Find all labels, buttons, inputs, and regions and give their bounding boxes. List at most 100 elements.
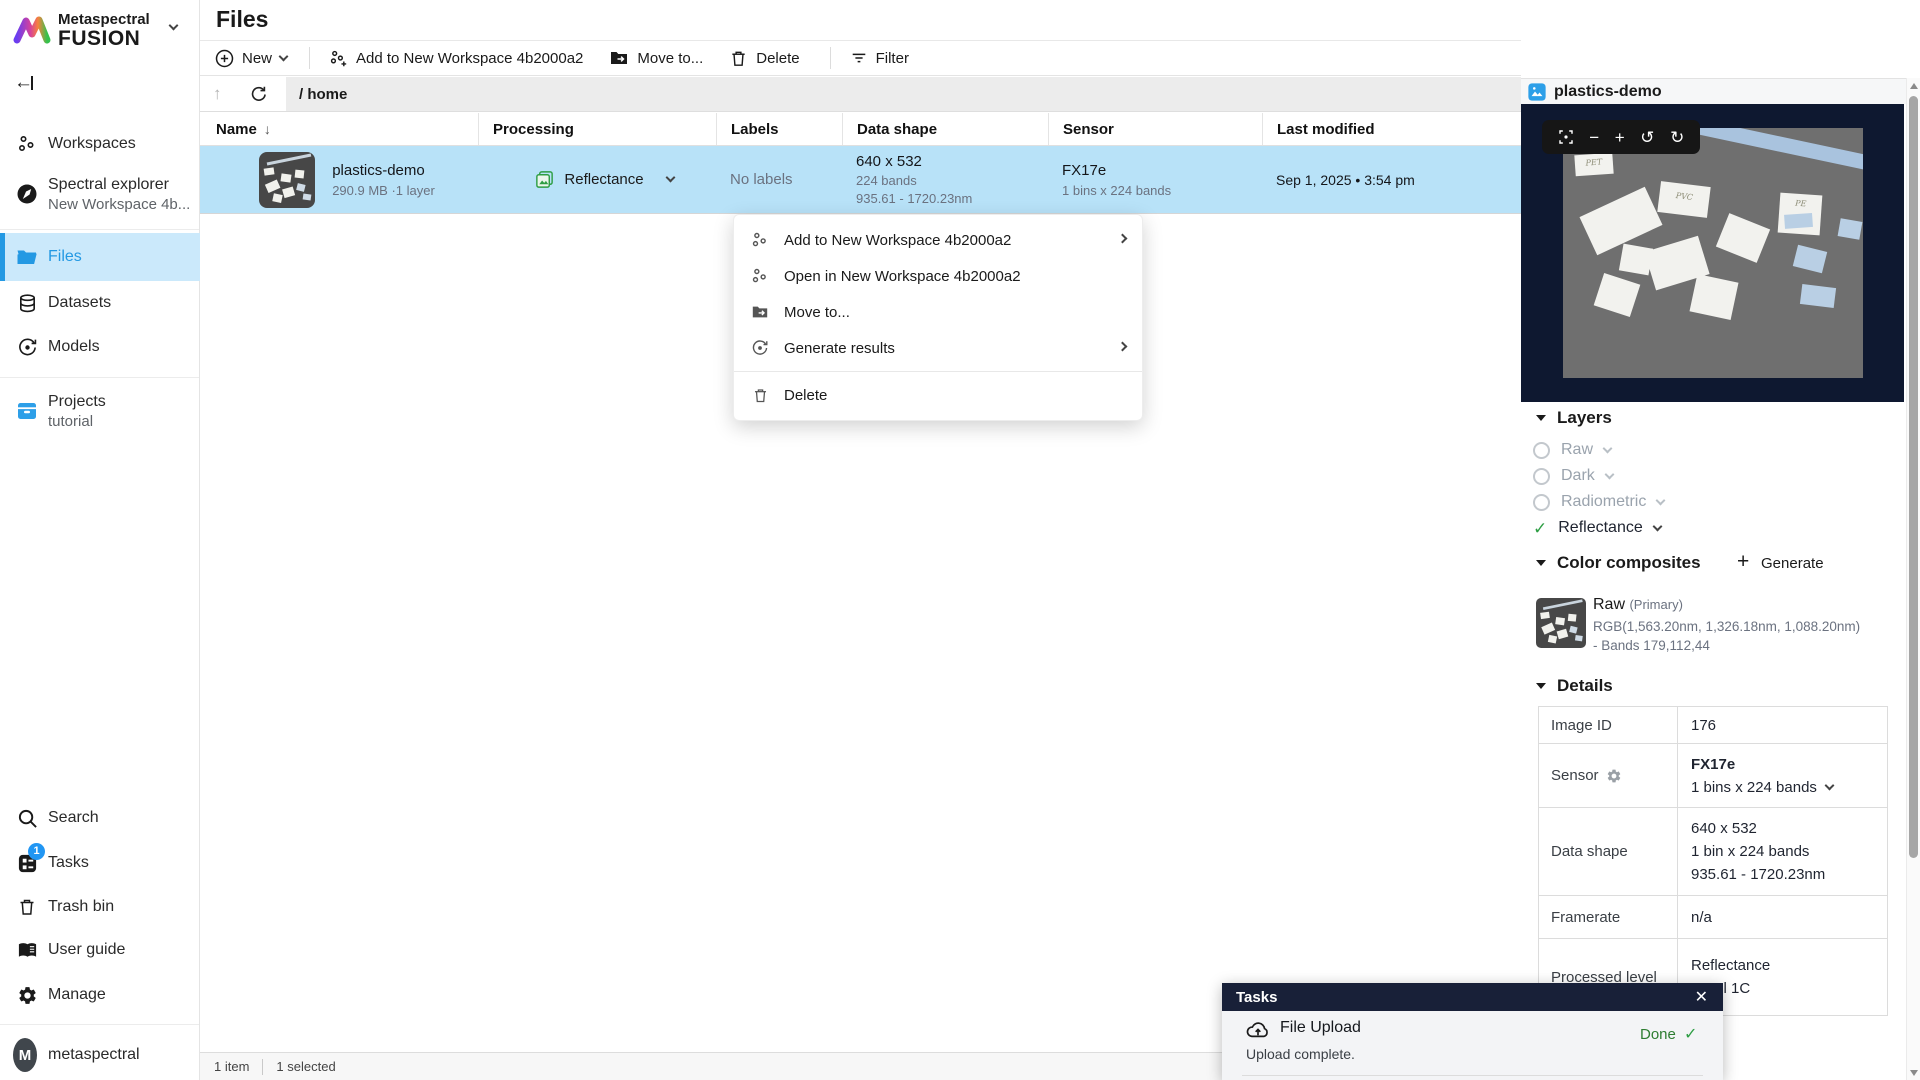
table-row[interactable]: plastics-demo 290.9 MB ·1 layer Reflecta… [200, 146, 1523, 214]
details-title: Details [1557, 676, 1613, 696]
nav-up-button[interactable]: ↑ [213, 84, 222, 104]
detail-row-image-id: Image ID 176 [1539, 707, 1887, 743]
sidebar-item-user-guide[interactable]: User guide [0, 928, 200, 972]
delete-button[interactable]: Delete [729, 49, 799, 68]
model-icon [750, 339, 770, 357]
move-to-button[interactable]: Move to... [609, 48, 703, 68]
divider [309, 47, 310, 69]
column-header-labels[interactable]: Labels [716, 113, 842, 145]
sidebar-item-models[interactable]: Models [0, 325, 200, 369]
chevron-down-icon[interactable] [1652, 521, 1662, 531]
menu-item-generate-results[interactable]: Generate results [734, 330, 1142, 366]
brand-chevron-down-icon[interactable] [169, 21, 179, 31]
tasks-badge: 1 [28, 843, 45, 860]
divider [0, 377, 199, 378]
details-table: Image ID 176 Sensor FX17e 1 bins x 224 b… [1538, 706, 1888, 1016]
new-button[interactable]: New [215, 49, 287, 68]
column-header-sensor[interactable]: Sensor [1048, 113, 1262, 145]
sidebar-item-files[interactable]: Files [0, 233, 200, 281]
preview-piece [1594, 273, 1641, 317]
sensor-bands-dropdown[interactable]: 1 bins x 224 bands [1691, 779, 1887, 796]
gear-icon [15, 985, 39, 1006]
plus-icon[interactable]: + [1737, 550, 1749, 574]
zoom-in-button[interactable]: + [1615, 129, 1625, 146]
scroll-down-icon[interactable] [1910, 1070, 1918, 1076]
composites-section-header[interactable]: Color composites + Generate [1536, 553, 1896, 573]
chevron-down-icon[interactable] [1656, 495, 1666, 505]
chevron-down-icon[interactable] [1604, 469, 1614, 479]
sidebar-item-spectral-explorer[interactable]: Spectral explorer New Workspace 4b... [0, 166, 200, 222]
rotate-cw-button[interactable]: ↻ [1670, 129, 1684, 146]
scroll-up-icon[interactable] [1910, 83, 1918, 89]
sidebar-item-tasks[interactable]: 1 Tasks [0, 841, 200, 885]
add-to-workspace-button[interactable]: Add to New Workspace 4b2000a2 [329, 49, 583, 68]
zoom-in-icon: + [1615, 128, 1625, 147]
column-header-last-modified[interactable]: Last modified [1262, 113, 1523, 145]
rotate-ccw-icon: ↺ [1640, 128, 1654, 147]
zoom-out-icon: − [1589, 128, 1599, 147]
radio-icon[interactable] [1533, 468, 1550, 485]
product-name: FUSION [58, 28, 150, 50]
refresh-button[interactable] [249, 85, 268, 104]
layer-row-radiometric[interactable]: Radiometric [1533, 489, 1664, 515]
last-modified-cell: Sep 1, 2025 • 3:54 pm [1262, 146, 1523, 213]
generate-button[interactable]: Generate [1761, 555, 1824, 572]
brand-name: Metaspectral [58, 11, 150, 28]
image-preview[interactable]: − + ↺ ↻ PET PVC PE [1521, 104, 1904, 402]
menu-item-move-to[interactable]: Move to... [734, 294, 1142, 330]
focus-icon [1558, 129, 1574, 145]
app-logo[interactable]: Metaspectral FUSION [12, 10, 150, 50]
chevron-down-icon [665, 173, 675, 183]
search-icon [15, 808, 39, 829]
sort-desc-icon[interactable]: ↓ [264, 121, 271, 137]
sidebar-item-label: Trash bin [48, 898, 114, 916]
layer-row-reflectance[interactable]: ✓ Reflectance [1533, 515, 1661, 541]
chevron-right-icon [1118, 233, 1128, 243]
username: metaspectral [48, 1046, 140, 1064]
zoom-out-button[interactable]: − [1589, 129, 1599, 146]
gear-icon[interactable] [1606, 768, 1622, 784]
user-menu[interactable]: M metaspectral [0, 1032, 200, 1078]
sidebar-item-workspaces[interactable]: Workspaces [0, 122, 200, 166]
scrollbar-thumb[interactable] [1909, 96, 1918, 858]
chevron-down-icon[interactable] [1603, 443, 1613, 453]
processing-dropdown[interactable]: Reflectance [478, 146, 716, 213]
delete-label: Delete [756, 50, 799, 67]
sidebar-item-datasets[interactable]: Datasets [0, 281, 200, 325]
labels-value: No labels [730, 171, 842, 188]
column-header-processing[interactable]: Processing [478, 113, 716, 145]
sidebar-item-search[interactable]: Search [0, 796, 200, 840]
radio-icon[interactable] [1533, 494, 1550, 511]
layers-section-header[interactable]: Layers [1536, 408, 1612, 428]
close-icon[interactable]: ✕ [1695, 987, 1708, 1007]
details-section-header[interactable]: Details [1536, 676, 1613, 696]
menu-item-open-in-workspace[interactable]: Open in New Workspace 4b2000a2 [734, 258, 1142, 294]
composite-title[interactable]: Raw (Primary) [1593, 596, 1683, 614]
toolbar: New Add to New Workspace 4b2000a2 Move t… [200, 41, 1523, 76]
path-field[interactable]: / home [286, 77, 1523, 111]
composite-thumbnail[interactable] [1536, 598, 1586, 648]
radio-icon[interactable] [1533, 442, 1550, 459]
column-header-data-shape[interactable]: Data shape [842, 113, 1048, 145]
tasks-popup: Tasks ✕ File Upload Upload complete. Don… [1222, 983, 1723, 1080]
trash-icon [750, 387, 770, 404]
layer-row-dark[interactable]: Dark [1533, 463, 1613, 489]
main-content: Files New Add to New Workspace 4b2000a2 … [200, 0, 1523, 1080]
layer-row-raw[interactable]: Raw [1533, 437, 1611, 463]
composites-title: Color composites [1557, 553, 1701, 573]
divider [262, 1059, 263, 1075]
menu-item-delete[interactable]: Delete [734, 377, 1142, 413]
menu-item-add-to-workspace[interactable]: Add to New Workspace 4b2000a2 [734, 222, 1142, 258]
fit-to-screen-button[interactable] [1558, 129, 1574, 145]
sidebar-item-projects[interactable]: Projects tutorial [0, 383, 200, 439]
rotate-ccw-button[interactable]: ↺ [1640, 129, 1654, 146]
tasks-popup-header[interactable]: Tasks ✕ [1222, 983, 1723, 1011]
sidebar-item-trash-bin[interactable]: Trash bin [0, 885, 200, 929]
sidebar-item-label: Datasets [48, 294, 111, 312]
sidebar-collapse-button[interactable]: ← [14, 72, 33, 94]
workspace-nodes-icon [750, 231, 770, 249]
panel-scrollbar[interactable] [1906, 78, 1920, 1080]
filter-button[interactable]: Filter [850, 49, 909, 67]
sidebar-item-manage[interactable]: Manage [0, 973, 200, 1017]
column-header-name[interactable]: Name ↓ [200, 113, 478, 145]
